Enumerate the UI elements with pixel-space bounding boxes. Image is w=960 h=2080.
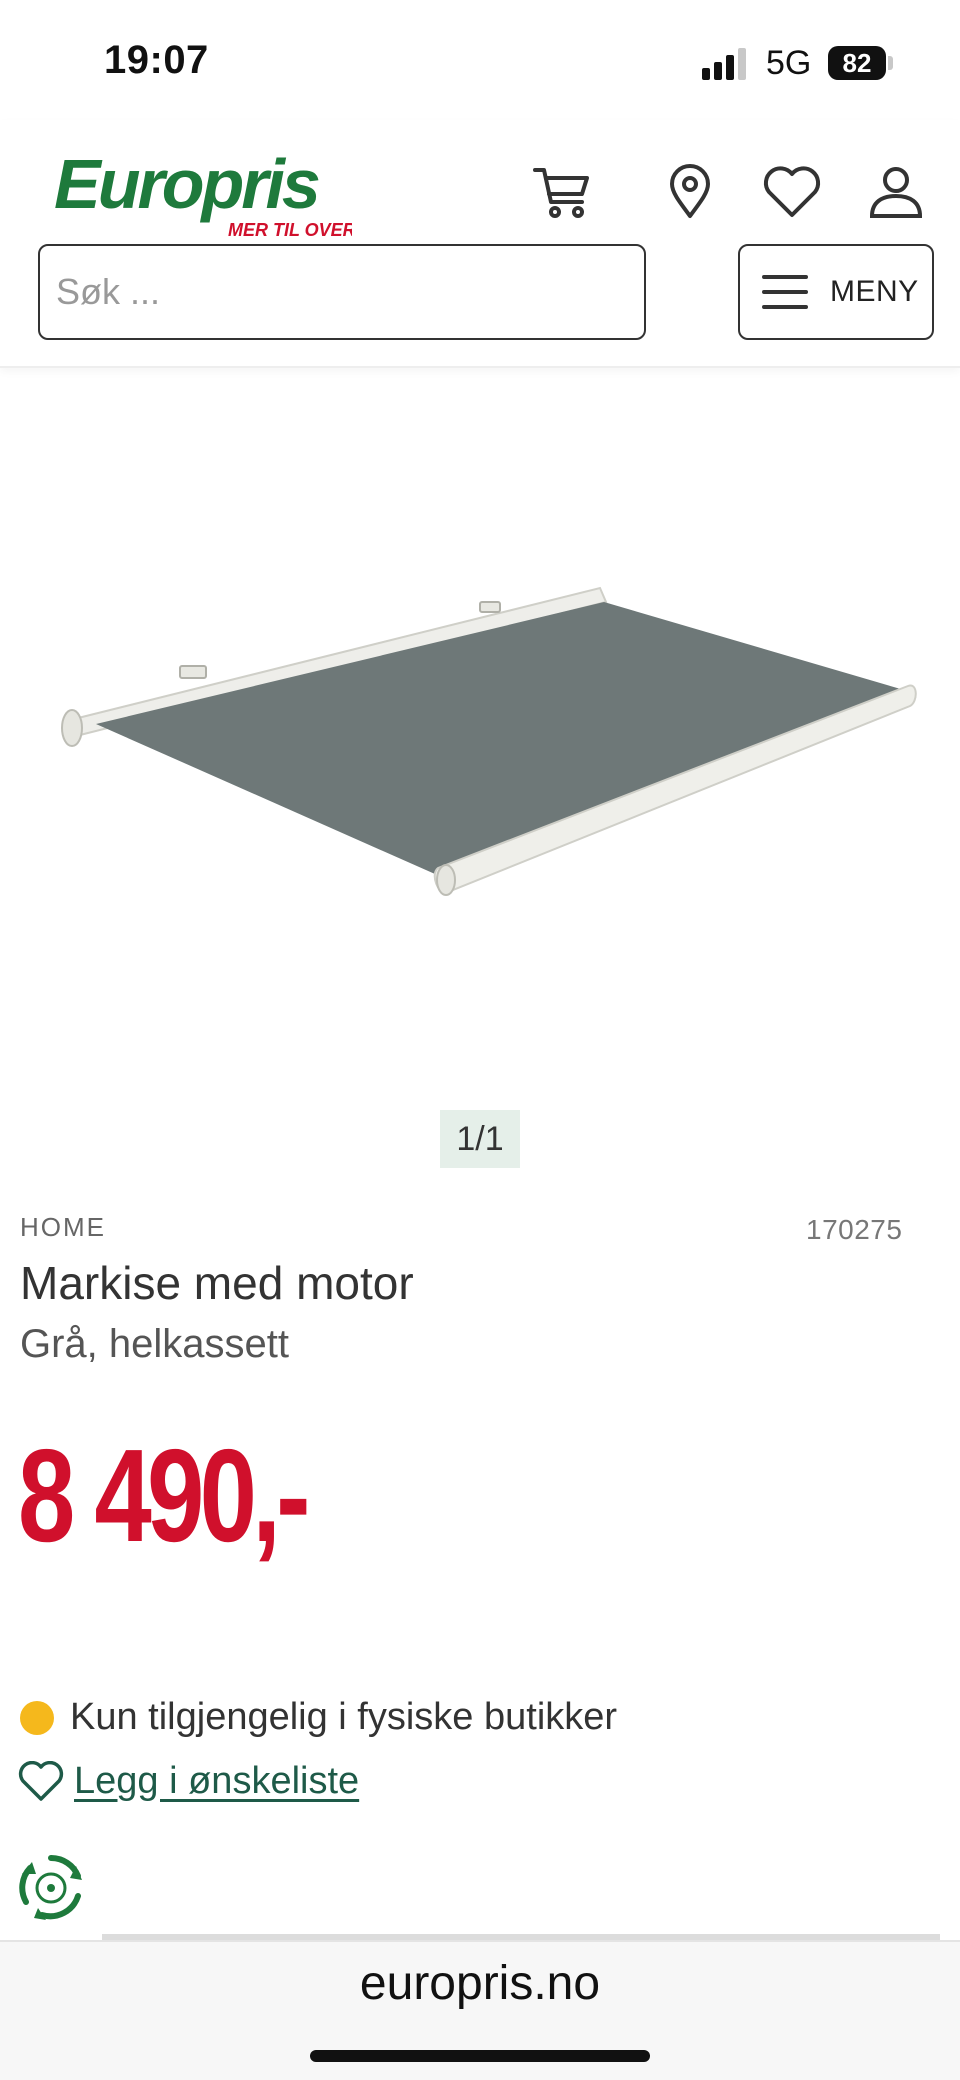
product-sku: 170275 <box>806 1214 903 1245</box>
browser-address-bar[interactable]: europris.no <box>0 1940 960 2080</box>
battery-nub <box>888 56 893 70</box>
logo-tagline: MER TIL OVERS <box>228 220 352 240</box>
network-type: 5G <box>766 44 812 82</box>
home-indicator <box>310 2050 650 2062</box>
status-time: 19:07 <box>104 38 209 82</box>
location-pin-icon <box>670 164 710 218</box>
battery-icon: 82 <box>828 46 886 80</box>
europris-logo[interactable]: Europris MER TIL OVERS <box>52 142 352 240</box>
site-header: Europris MER TIL OVERS <box>0 120 960 368</box>
search-input[interactable] <box>54 270 630 314</box>
search-field[interactable] <box>38 244 646 340</box>
recycle-eco-icon <box>19 1854 82 1920</box>
browser-url[interactable]: europris.no <box>0 1956 960 2011</box>
signal-icon <box>702 48 746 80</box>
product-price: 8 490,- <box>18 1422 310 1569</box>
status-bar: 19:07 5G 82 <box>0 0 960 120</box>
heart-outline-icon <box>18 1760 64 1801</box>
heart-icon <box>763 166 821 217</box>
product-title: Markise med motor <box>20 1257 414 1309</box>
cart-icon <box>533 168 589 218</box>
product-brand[interactable]: HOME <box>20 1212 106 1243</box>
store-locator-button[interactable] <box>658 160 722 224</box>
product-variant: Grå, helkassett <box>20 1322 290 1366</box>
availability-text: Kun tilgjengelig i fysiske butikker <box>70 1696 618 1738</box>
logo-text: Europris <box>54 145 319 223</box>
wishlist-header-button[interactable] <box>760 160 824 224</box>
cart-button[interactable] <box>530 160 594 224</box>
availability-dot-icon <box>20 1700 54 1735</box>
account-button[interactable] <box>864 160 928 224</box>
hamburger-icon <box>762 275 808 309</box>
product-image[interactable] <box>0 370 960 1090</box>
user-icon <box>869 167 923 218</box>
image-counter: 1/1 <box>440 1110 520 1168</box>
add-to-wishlist-link[interactable]: Legg i ønskeliste <box>18 1760 359 1803</box>
wishlist-label: Legg i ønskeliste <box>74 1760 360 1802</box>
menu-button[interactable]: MENY <box>738 244 934 340</box>
availability-status: Kun tilgjengelig i fysiske butikker <box>20 1696 617 1739</box>
menu-label: MENY <box>830 275 919 308</box>
